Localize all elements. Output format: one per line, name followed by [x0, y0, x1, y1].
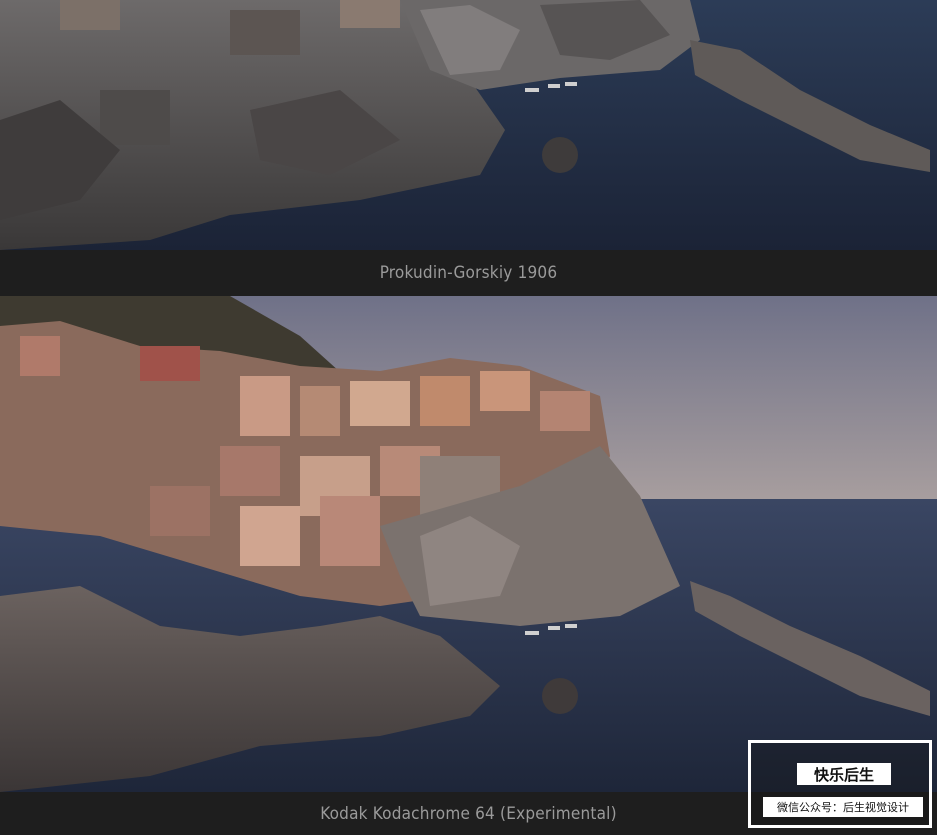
watermark-title: 快乐后生: [797, 763, 891, 785]
watermark-box: 快乐后生 微信公众号：后生视觉设计: [748, 740, 932, 828]
top-photo: [0, 0, 937, 250]
bottom-photo: [0, 296, 937, 792]
watermark-subtitle: 微信公众号：后生视觉设计: [763, 797, 923, 817]
top-caption: Prokudin-Gorskiy 1906: [0, 250, 937, 296]
bottom-photo-panel: [0, 296, 937, 792]
top-photo-panel: [0, 0, 937, 250]
